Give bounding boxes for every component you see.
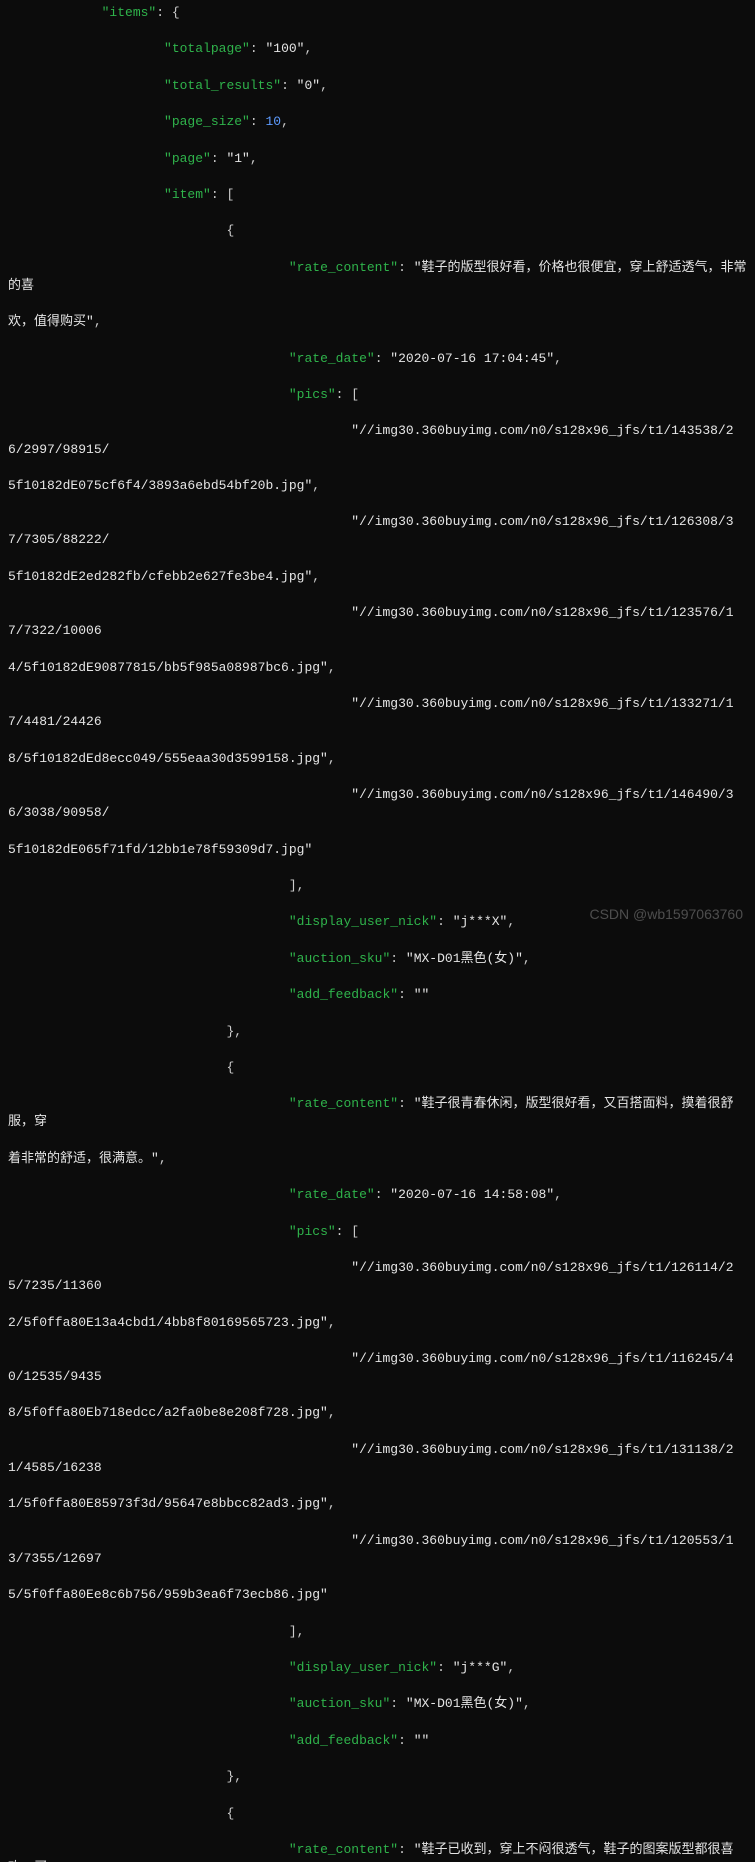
json-viewer: "items": { "totalpage": "100", "total_re… — [0, 0, 755, 1862]
